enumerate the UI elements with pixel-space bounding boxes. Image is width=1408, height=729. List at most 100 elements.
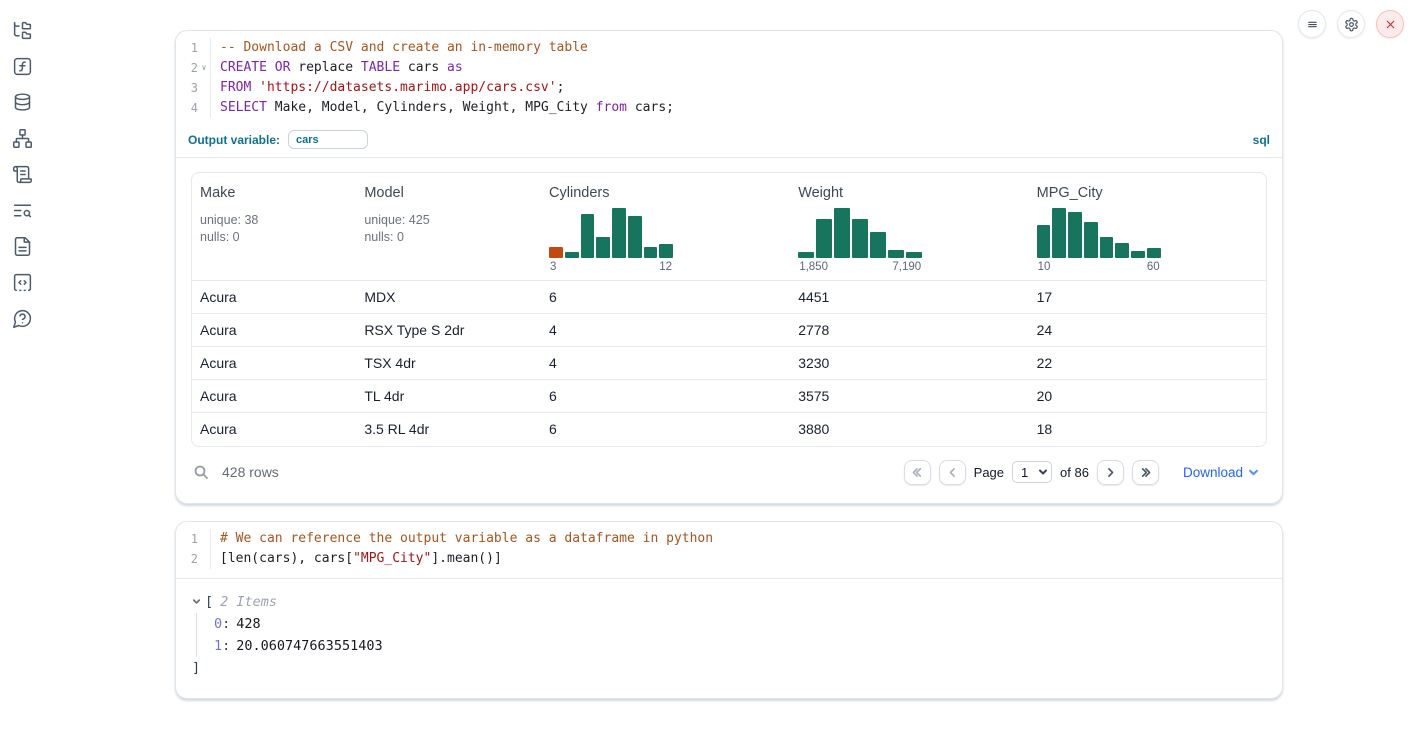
histogram-bar[interactable]: [612, 208, 626, 258]
histogram-bar[interactable]: [1147, 248, 1161, 258]
page-select-wrap: 1: [1012, 461, 1052, 483]
histogram-bar[interactable]: [1052, 208, 1066, 258]
histogram-bar[interactable]: [816, 219, 832, 258]
histogram-bar[interactable]: [549, 247, 563, 258]
histogram-bar[interactable]: [1115, 243, 1129, 258]
histogram-bar[interactable]: [888, 250, 904, 258]
chevron-right-icon: [1104, 466, 1117, 479]
histogram-bar[interactable]: [852, 219, 868, 258]
histogram-bar[interactable]: [1068, 212, 1082, 258]
histogram-bar[interactable]: [798, 252, 814, 258]
search-icon[interactable]: [193, 464, 209, 480]
sidebar-snippets-button[interactable]: [8, 268, 36, 296]
sidebar-documentation-button[interactable]: [8, 232, 36, 260]
column-stats: unique: 38nulls: 0: [200, 212, 348, 246]
histogram-bar[interactable]: [834, 208, 850, 258]
output-variable-input[interactable]: [288, 130, 368, 149]
output-variable-label: Output variable:: [188, 133, 280, 147]
code-text: [len(cars), cars["MPG_City"].mean()]: [210, 549, 1282, 569]
menu-button[interactable]: [1298, 10, 1326, 38]
column-title: Cylinders: [549, 185, 782, 201]
previous-page-button[interactable]: [939, 460, 966, 485]
sidebar-file-explorer-button[interactable]: [8, 16, 36, 44]
python-code-editor[interactable]: 1# We can reference the output variable …: [176, 522, 1282, 579]
column-histogram[interactable]: 1,8507,190: [798, 208, 922, 273]
code-text: -- Download a CSV and create an in-memor…: [210, 38, 1282, 58]
table-header: Make unique: 38nulls: 0Modelunique: 425nu…: [192, 173, 1266, 281]
sidebar-logs-button[interactable]: [8, 160, 36, 188]
column-header-make[interactable]: Make unique: 38nulls: 0: [192, 173, 356, 281]
line-number: 1: [176, 38, 198, 58]
table-cell: 22: [1029, 347, 1266, 380]
folder-tree-icon: [12, 20, 33, 41]
sidebar-variables-button[interactable]: [8, 52, 36, 80]
table-cell: Acura: [192, 314, 356, 347]
column-title: Make: [200, 185, 348, 201]
table-cell: 18: [1029, 413, 1266, 446]
table-cell: 3880: [790, 413, 1028, 446]
fold-spacer: [198, 38, 210, 58]
code-text: CREATE OR replace TABLE cars as: [210, 58, 1282, 78]
shutdown-button[interactable]: [1376, 10, 1404, 38]
line-number: 2: [176, 58, 198, 78]
settings-button[interactable]: [1337, 10, 1365, 38]
table-cell: 24: [1029, 314, 1266, 347]
histogram-bar[interactable]: [906, 252, 922, 258]
table-cell: 20: [1029, 380, 1266, 413]
last-page-button[interactable]: [1132, 460, 1159, 485]
text-search-icon: [12, 200, 33, 221]
histogram-bar[interactable]: [644, 247, 658, 258]
sidebar-help-button[interactable]: [8, 304, 36, 332]
histogram-bar[interactable]: [870, 232, 886, 258]
histogram-bar[interactable]: [659, 244, 673, 258]
line-number: 2: [176, 549, 198, 569]
column-histogram[interactable]: 312: [549, 208, 673, 273]
column-header-model[interactable]: Modelunique: 425nulls: 0: [356, 173, 541, 281]
close-bracket: ]: [192, 657, 1266, 679]
fold-chevron-icon[interactable]: ∨: [198, 58, 210, 78]
histogram-bar[interactable]: [1131, 251, 1145, 258]
column-header-cylinders[interactable]: Cylinders 312: [541, 173, 790, 281]
first-page-button[interactable]: [904, 460, 931, 485]
sidebar-datasources-button[interactable]: [8, 88, 36, 116]
sidebar-dependency-graph-button[interactable]: [8, 124, 36, 152]
collapse-toggle[interactable]: [192, 591, 205, 613]
next-page-button[interactable]: [1097, 460, 1124, 485]
table-cell: Acura: [192, 347, 356, 380]
sidebar-search-button[interactable]: [8, 196, 36, 224]
table-cell: 3.5 RL 4dr: [356, 413, 541, 446]
python-cell-output: [ 2 Items 0:4281:20.060747663551403 ]: [176, 579, 1282, 698]
chevrons-left-icon: [911, 466, 924, 479]
sql-code-editor[interactable]: 1 -- Download a CSV and create an in-memo…: [176, 31, 1282, 127]
table-cell: 6: [541, 413, 790, 446]
table-row[interactable]: AcuraTSX 4dr4323022: [192, 347, 1266, 380]
notebook-area: 1 -- Download a CSV and create an in-memo…: [175, 30, 1283, 699]
histogram-bar[interactable]: [1037, 225, 1051, 258]
histogram-bar[interactable]: [628, 216, 642, 258]
chevron-left-icon: [946, 466, 959, 479]
column-header-mpg_city[interactable]: MPG_City1060: [1029, 173, 1266, 281]
language-badge[interactable]: sql: [1253, 133, 1270, 147]
table-cell: 3230: [790, 347, 1028, 380]
table-row[interactable]: Acura3.5 RL 4dr6388018: [192, 413, 1266, 446]
column-header-weight[interactable]: Weight1,8507,190: [790, 173, 1028, 281]
column-histogram[interactable]: 1060: [1037, 208, 1161, 273]
histogram-bar[interactable]: [581, 214, 595, 258]
table-cell: 4: [541, 347, 790, 380]
histogram-bar[interactable]: [565, 252, 579, 258]
code-line: 2 [len(cars), cars["MPG_City"].mean()]: [176, 549, 1282, 569]
histogram-bar[interactable]: [596, 237, 610, 258]
table-footer: 428 rows Page: [191, 456, 1267, 489]
column-title: Model: [364, 185, 533, 201]
histogram-bar[interactable]: [1084, 222, 1098, 258]
list-item: 0:428: [214, 613, 1266, 635]
table-row[interactable]: AcuraTL 4dr6357520: [192, 380, 1266, 413]
sql-cell: 1 -- Download a CSV and create an in-memo…: [175, 30, 1283, 504]
table-row[interactable]: AcuraMDX6445117: [192, 281, 1266, 314]
fold-spacer: [198, 549, 210, 569]
table-row[interactable]: AcuraRSX Type S 2dr4277824: [192, 314, 1266, 347]
download-button[interactable]: Download: [1177, 464, 1265, 481]
histogram-bar[interactable]: [1100, 237, 1114, 258]
page-select[interactable]: 1: [1012, 461, 1052, 483]
line-number: 4: [176, 98, 198, 118]
